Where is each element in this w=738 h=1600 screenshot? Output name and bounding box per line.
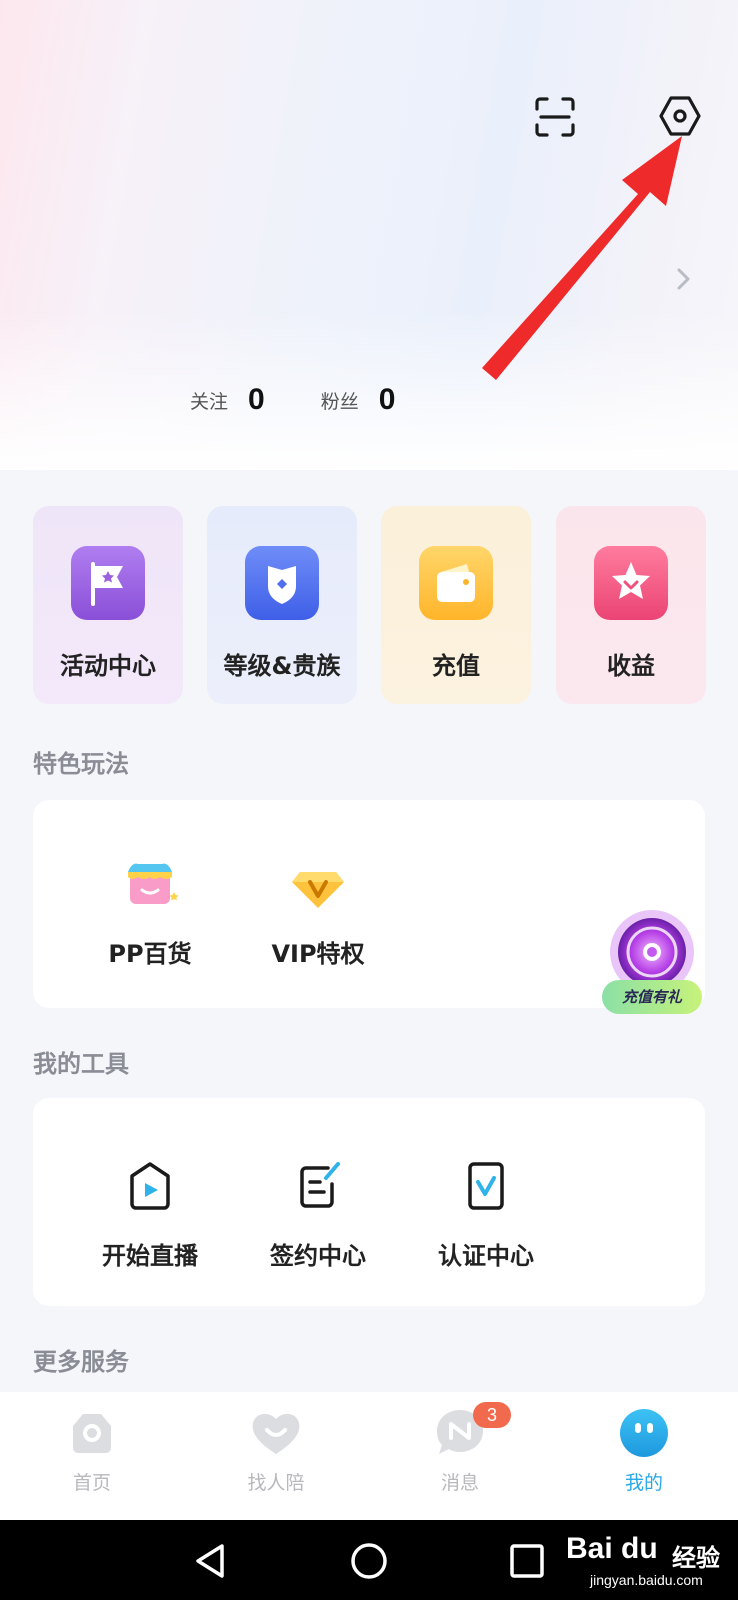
message-icon-wrap: 3 <box>433 1402 511 1460</box>
contract-icon <box>300 1162 340 1208</box>
quick-action-recharge[interactable]: 充值 <box>381 506 531 704</box>
tab-label: 消息 <box>440 1472 479 1494</box>
heart-icon <box>252 1413 300 1454</box>
tab-me[interactable]: 我的 <box>552 1406 736 1495</box>
back-triangle-icon[interactable] <box>190 1540 232 1582</box>
star-icon <box>594 546 668 620</box>
watermark-logo: Bai du <box>566 1532 658 1565</box>
quick-action-activity-center[interactable]: 活动中心 <box>33 506 183 704</box>
vip-diamond-icon <box>292 872 344 908</box>
tab-label: 首页 <box>72 1472 111 1494</box>
feature-label: VIP特权 <box>271 940 365 968</box>
tab-find-companion[interactable]: 找人陪 <box>184 1406 368 1495</box>
more-services-title: 更多服务 <box>33 1348 129 1376</box>
recharge-gift-promo[interactable]: 充值有礼 <box>602 910 704 1014</box>
tab-messages[interactable]: 3 消息 <box>368 1402 552 1495</box>
tool-start-live[interactable]: 开始直播 <box>75 1154 225 1271</box>
flag-icon <box>71 546 145 620</box>
quick-action-level-nobility[interactable]: 等级&贵族 <box>207 506 357 704</box>
tab-home[interactable]: 首页 <box>0 1406 184 1495</box>
profile-stats: 关注 0 粉丝 0 <box>190 375 395 425</box>
feature-vip-privilege[interactable]: VIP特权 <box>243 852 393 969</box>
baidu-jingyan-watermark: Bai du 经验 jingyan.baidu.com <box>564 1528 734 1594</box>
feature-label: PP百货 <box>108 940 192 968</box>
promo-label: 充值有礼 <box>602 980 702 1014</box>
tool-contract-center[interactable]: 签约中心 <box>243 1154 393 1271</box>
quick-action-label: 收益 <box>607 652 655 680</box>
feature-pp-shop[interactable]: PP百货 <box>75 852 225 969</box>
tool-label: 签约中心 <box>270 1242 366 1270</box>
watermark-text: 经验 <box>672 1544 720 1572</box>
bottom-tab-bar: 首页 找人陪 3 消息 我的 <box>0 1392 738 1520</box>
profile-chevron-right-icon[interactable] <box>672 264 696 294</box>
watermark-url: jingyan.baidu.com <box>590 1572 703 1588</box>
home-icon <box>73 1414 111 1453</box>
live-play-icon <box>130 1162 170 1210</box>
wallet-icon <box>419 546 493 620</box>
message-badge: 3 <box>473 1402 511 1428</box>
quick-action-label: 等级&贵族 <box>223 652 341 680</box>
following-label[interactable]: 关注 <box>190 387 228 414</box>
following-count[interactable]: 0 <box>248 383 265 417</box>
quick-action-label: 活动中心 <box>60 652 156 680</box>
verify-icon <box>468 1162 504 1210</box>
home-circle-icon[interactable] <box>348 1540 390 1582</box>
tool-label: 认证中心 <box>438 1242 534 1270</box>
shield-icon <box>245 546 319 620</box>
quick-action-earnings[interactable]: 收益 <box>556 506 706 704</box>
recents-square-icon[interactable] <box>506 1540 548 1582</box>
quick-action-label: 充值 <box>432 652 480 680</box>
me-icon <box>620 1409 668 1457</box>
shop-icon <box>128 863 179 904</box>
tools-card: 开始直播 签约中心 认证中心 <box>33 1098 705 1306</box>
annotation-arrow-icon <box>470 128 710 398</box>
tab-label: 我的 <box>624 1472 663 1494</box>
tools-section-title: 我的工具 <box>33 1050 129 1078</box>
tool-verify-center[interactable]: 认证中心 <box>411 1154 561 1271</box>
fans-count[interactable]: 0 <box>379 383 396 417</box>
tool-label: 开始直播 <box>102 1242 198 1270</box>
fans-label[interactable]: 粉丝 <box>321 387 359 414</box>
tab-label: 找人陪 <box>247 1472 305 1494</box>
features-section-title: 特色玩法 <box>33 750 129 778</box>
